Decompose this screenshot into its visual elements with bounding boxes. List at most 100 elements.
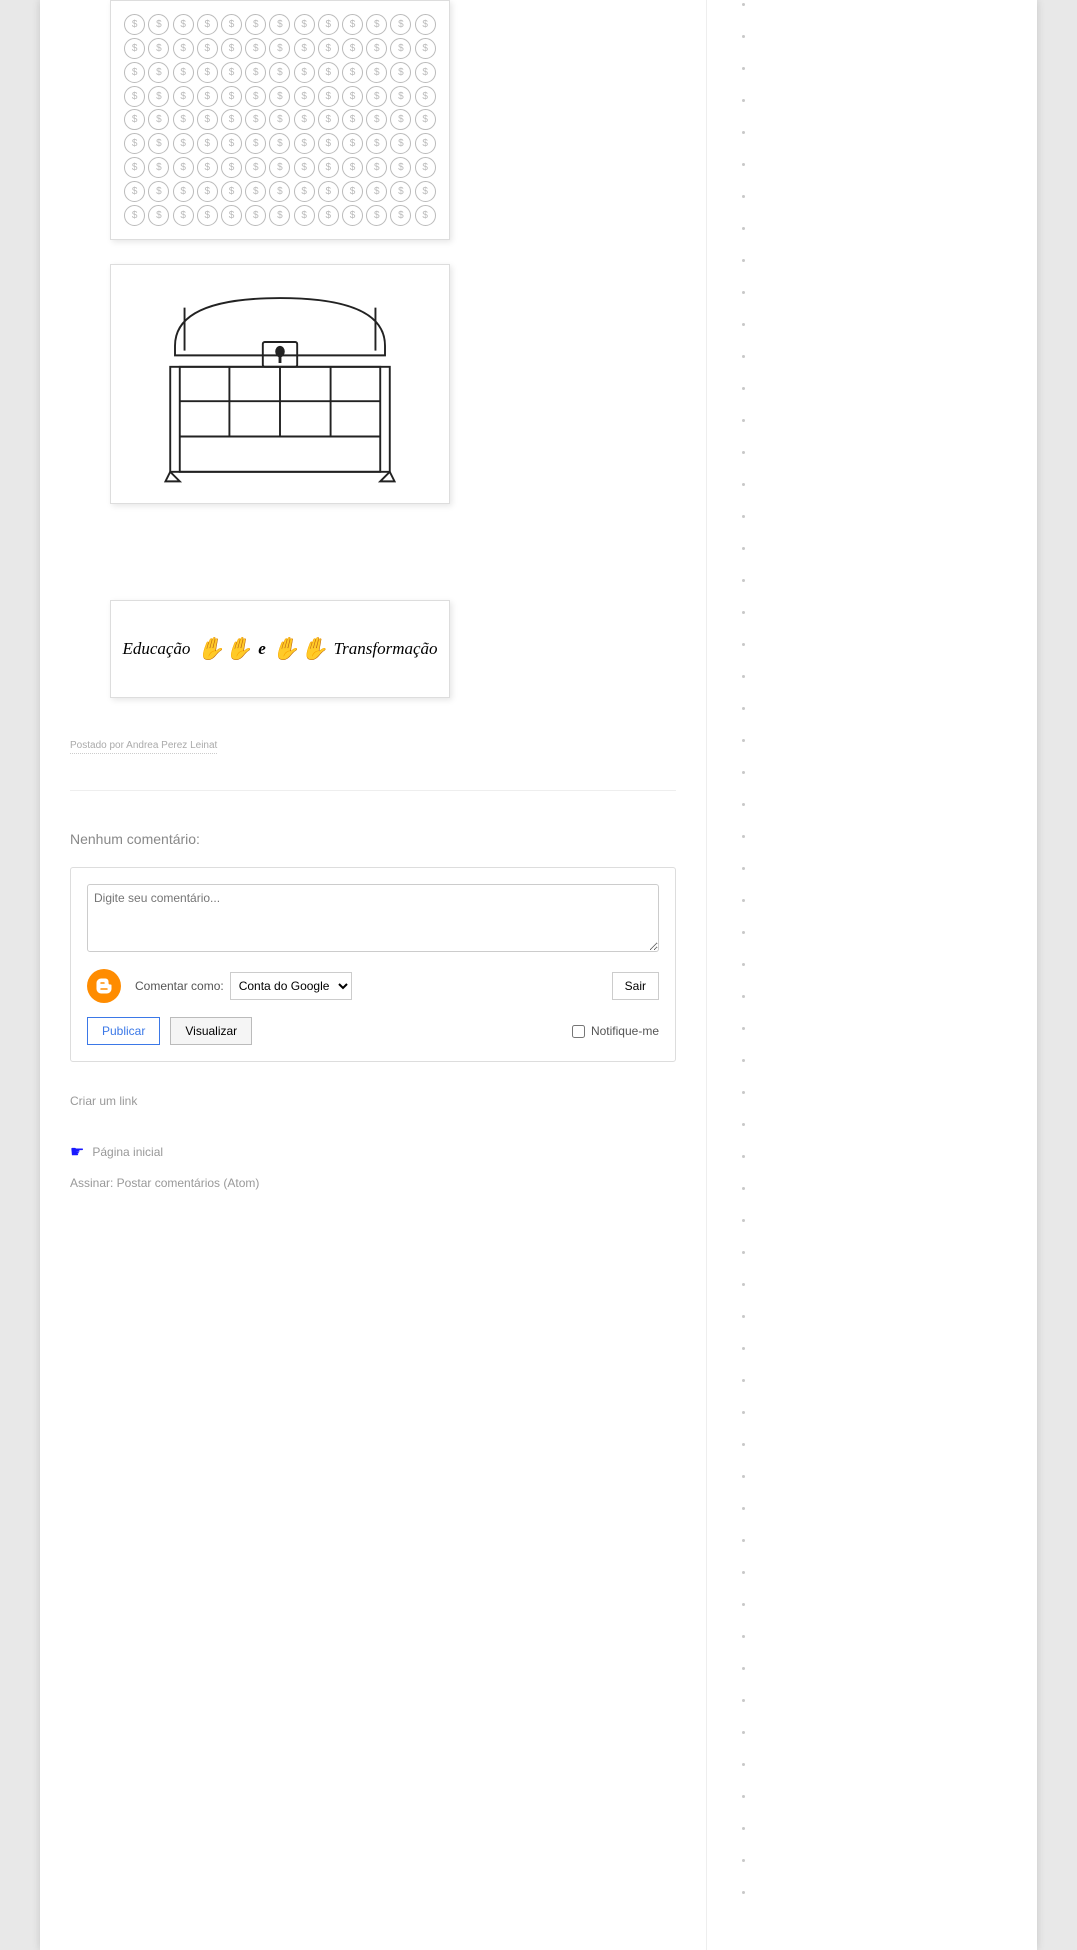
sidebar-item[interactable] <box>755 288 1017 299</box>
coin-icon: $ <box>390 109 411 130</box>
sidebar-item[interactable] <box>755 320 1017 331</box>
sidebar-item[interactable] <box>755 1056 1017 1067</box>
coin-icon: $ <box>221 157 242 178</box>
sidebar-item[interactable] <box>755 1088 1017 1099</box>
coin-icon: $ <box>342 62 363 83</box>
coin-icon: $ <box>269 109 290 130</box>
sidebar-item[interactable] <box>755 1440 1017 1451</box>
sidebar-item[interactable] <box>755 512 1017 523</box>
post-image-coins[interactable]: // placeholder so structure is static; r… <box>110 0 450 240</box>
sidebar-item[interactable] <box>755 1888 1017 1899</box>
sidebar-item[interactable] <box>755 1280 1017 1291</box>
sidebar-item[interactable] <box>755 448 1017 459</box>
coin-icon: $ <box>221 14 242 35</box>
coin-row: $$$$$$$$$$$$$ <box>121 62 439 83</box>
coin-icon: $ <box>318 62 339 83</box>
sidebar-item[interactable] <box>755 1376 1017 1387</box>
sidebar-item[interactable] <box>755 256 1017 267</box>
comment-form: Digite seu comentário... Comentar como: … <box>70 867 676 1062</box>
sidebar-item[interactable] <box>755 1216 1017 1227</box>
sidebar-item[interactable] <box>755 64 1017 75</box>
coin-icon: $ <box>221 181 242 202</box>
sidebar-item[interactable] <box>755 192 1017 203</box>
coin-icon: $ <box>245 157 266 178</box>
sidebar-item[interactable] <box>755 1184 1017 1195</box>
sidebar-item[interactable] <box>755 32 1017 43</box>
sidebar-item[interactable] <box>755 1824 1017 1835</box>
sidebar-item[interactable] <box>755 160 1017 171</box>
create-link[interactable]: Criar um link <box>70 1094 137 1108</box>
sidebar-item[interactable] <box>755 672 1017 683</box>
home-link[interactable]: Página inicial <box>92 1145 163 1159</box>
sidebar-item[interactable] <box>755 1856 1017 1867</box>
coin-icon: $ <box>124 157 145 178</box>
sidebar-item[interactable] <box>755 1312 1017 1323</box>
sidebar-item[interactable] <box>755 960 1017 971</box>
coin-icon: $ <box>318 181 339 202</box>
notify-checkbox[interactable] <box>572 1025 585 1038</box>
sidebar-item[interactable] <box>755 1152 1017 1163</box>
sidebar-item[interactable] <box>755 992 1017 1003</box>
sidebar-item[interactable] <box>755 544 1017 555</box>
coin-icon: $ <box>294 86 315 107</box>
sidebar-item[interactable] <box>755 96 1017 107</box>
sidebar-item[interactable] <box>755 1728 1017 1739</box>
coin-icon: $ <box>294 109 315 130</box>
sidebar-item[interactable] <box>755 352 1017 363</box>
sidebar-item[interactable] <box>755 640 1017 651</box>
sidebar-item[interactable] <box>755 1536 1017 1547</box>
sidebar-item[interactable] <box>755 0 1017 11</box>
post-image-logo[interactable]: Educação ✋ ✋ e ✋ ✋ Transformação <box>110 600 450 698</box>
sidebar-item[interactable] <box>755 576 1017 587</box>
sidebar-item[interactable] <box>755 1568 1017 1579</box>
coin-icon: $ <box>245 181 266 202</box>
hand-pointer-icon: ☛ <box>70 1142 84 1162</box>
sidebar-item[interactable] <box>755 1504 1017 1515</box>
sidebar-item[interactable] <box>755 832 1017 843</box>
sidebar-item[interactable] <box>755 896 1017 907</box>
coin-icon: $ <box>245 14 266 35</box>
sidebar-item[interactable] <box>755 800 1017 811</box>
coin-row: $$$$$$$$$$$$$ <box>121 205 439 226</box>
sidebar-item[interactable] <box>755 768 1017 779</box>
sidebar-item[interactable] <box>755 1472 1017 1483</box>
sidebar-item[interactable] <box>755 1120 1017 1131</box>
post-image-chest[interactable] <box>110 264 450 504</box>
sidebar-item[interactable] <box>755 608 1017 619</box>
preview-button[interactable]: Visualizar <box>170 1017 252 1045</box>
sidebar-item[interactable] <box>755 128 1017 139</box>
sidebar-item[interactable] <box>755 1792 1017 1803</box>
identity-select[interactable]: Conta do Google <box>230 972 352 1000</box>
signout-button[interactable]: Sair <box>612 972 659 1000</box>
coin-row: $$$$$$$$$$$$$ <box>121 157 439 178</box>
sidebar-item[interactable] <box>755 736 1017 747</box>
sidebar-item[interactable] <box>755 1024 1017 1035</box>
comment-textarea[interactable] <box>87 884 659 952</box>
coin-icon: $ <box>124 86 145 107</box>
coin-icon: $ <box>221 109 242 130</box>
coin-icon: $ <box>294 133 315 154</box>
sidebar-item[interactable] <box>755 704 1017 715</box>
publish-button[interactable]: Publicar <box>87 1017 160 1045</box>
sidebar-item[interactable] <box>755 1408 1017 1419</box>
sidebar-item[interactable] <box>755 1248 1017 1259</box>
sidebar-item[interactable] <box>755 1760 1017 1771</box>
coin-icon: $ <box>245 86 266 107</box>
sidebar-item[interactable] <box>755 1344 1017 1355</box>
coin-icon: $ <box>318 86 339 107</box>
sidebar-item[interactable] <box>755 416 1017 427</box>
subscribe-link[interactable]: Assinar: Postar comentários (Atom) <box>70 1176 259 1190</box>
sidebar-item[interactable] <box>755 224 1017 235</box>
sidebar-item[interactable] <box>755 1664 1017 1675</box>
sidebar-item[interactable] <box>755 864 1017 875</box>
sidebar-item[interactable] <box>755 480 1017 491</box>
sidebar-item[interactable] <box>755 1600 1017 1611</box>
sidebar-list <box>737 0 1017 1899</box>
coin-icon: $ <box>173 86 194 107</box>
sidebar-item[interactable] <box>755 384 1017 395</box>
sidebar-item[interactable] <box>755 1696 1017 1707</box>
sidebar-item[interactable] <box>755 1632 1017 1643</box>
notify-label[interactable]: Notifique-me <box>572 1024 659 1038</box>
sidebar-item[interactable] <box>755 928 1017 939</box>
coin-icon: $ <box>318 14 339 35</box>
